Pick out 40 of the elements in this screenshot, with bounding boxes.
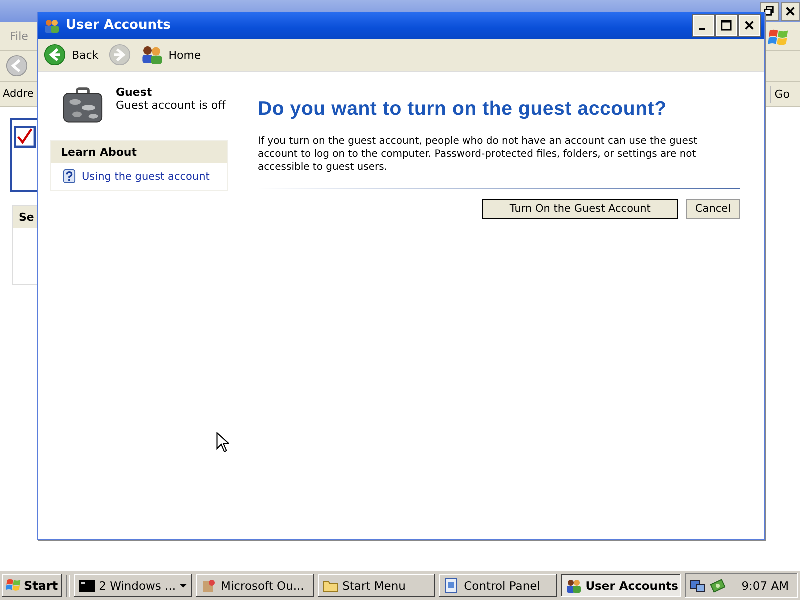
maximize-button[interactable]: [716, 15, 737, 36]
windows-logo-icon: [768, 28, 790, 48]
users-icon: [44, 18, 60, 34]
caret-icon: [180, 584, 188, 588]
minimize-icon: [699, 28, 705, 30]
cancel-button[interactable]: Cancel: [686, 199, 740, 219]
taskbar-button[interactable]: Control Panel: [439, 574, 557, 597]
account-name: Guest: [116, 86, 154, 99]
back-button[interactable]: Back: [44, 44, 99, 66]
windows-logo-icon: [6, 578, 22, 593]
help-icon: [63, 169, 76, 184]
taskbar-button[interactable]: 2 Windows ...: [74, 574, 192, 597]
close-icon: [785, 6, 796, 17]
network-icon[interactable]: [690, 578, 706, 594]
control-panel-icon: [444, 578, 460, 594]
panel-heading: Se: [19, 210, 34, 224]
go-button[interactable]: Go: [770, 86, 794, 102]
close-button[interactable]: [781, 2, 800, 21]
taskbar-button[interactable]: User Accounts: [560, 574, 681, 597]
mouse-cursor-icon: [216, 432, 229, 453]
users-icon: [140, 44, 163, 66]
minimize-button[interactable]: [693, 15, 714, 36]
panel-heading: Learn About: [61, 146, 138, 158]
taskbar-button[interactable]: Microsoft Ou...: [196, 574, 314, 597]
account-status: Guest account is off: [116, 99, 226, 112]
address-label: Addre: [3, 88, 34, 100]
home-button[interactable]: Home: [140, 44, 202, 66]
users-icon: [566, 578, 582, 594]
maximize-icon: [721, 20, 732, 31]
start-button[interactable]: Start: [2, 574, 62, 597]
console-icon: [79, 578, 96, 594]
window-title: User Accounts: [66, 18, 172, 33]
description-text: If you turn on the guest account, people who do not have an account can use the guest account to log on to the computer. Password-protected files, folders, or settings are not accessible to guest users.: [258, 135, 699, 174]
turn-on-button[interactable]: Turn On the Guest Account: [482, 199, 678, 219]
mail-icon: [201, 578, 218, 594]
help-link[interactable]: Using the guest account: [82, 170, 210, 182]
clock: 9:07 AM: [742, 578, 789, 592]
taskbar-button[interactable]: Start Menu: [318, 574, 436, 597]
close-icon: [744, 20, 755, 31]
page-heading: Do you want to turn on the guest account?: [258, 98, 668, 121]
